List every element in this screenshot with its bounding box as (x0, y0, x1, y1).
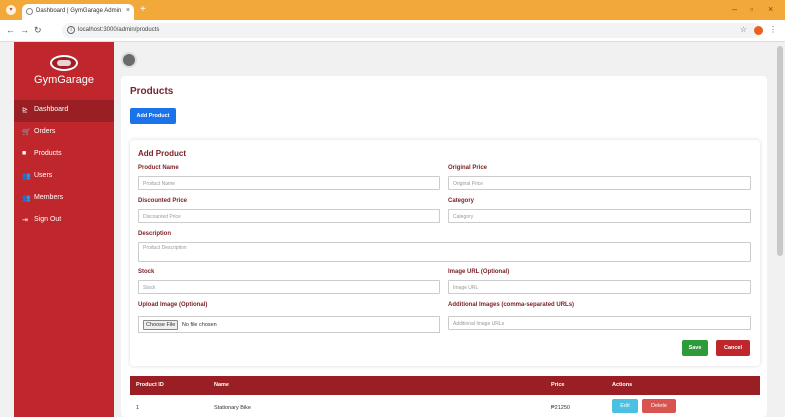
window-menu-icon[interactable]: ▾ (6, 5, 16, 15)
product-name-input[interactable]: Product Name (138, 176, 440, 190)
stock-input[interactable]: Stock (138, 280, 440, 294)
delete-button[interactable]: Delete (642, 399, 676, 413)
image-url-label: Image URL (Optional) (448, 269, 510, 275)
upload-image-label: Upload Image (Optional) (138, 302, 208, 308)
profile-avatar[interactable] (754, 26, 763, 35)
members-icon: 👥 (22, 195, 31, 202)
sidebar-item-label: Products (34, 150, 62, 157)
sidebar-item-label: Orders (34, 128, 56, 135)
file-status: No file chosen (181, 322, 217, 328)
header-name: Name (214, 382, 229, 388)
site-info-icon[interactable]: i (67, 26, 75, 34)
original-price-label: Original Price (448, 165, 488, 171)
stock-label: Stock (138, 269, 155, 275)
sidebar-item-label: Dashboard (34, 106, 69, 113)
forward-icon[interactable]: → (20, 25, 29, 35)
sidebar-item-orders[interactable]: 🛒 Orders (14, 122, 114, 144)
discounted-price-input[interactable]: Discounted Price (138, 209, 440, 223)
sidebar-item-products[interactable]: ■ Products (14, 144, 114, 166)
back-icon[interactable]: ← (6, 25, 15, 35)
header-product-id: Product ID (136, 382, 164, 388)
header-actions: Actions (612, 382, 633, 388)
sidebar-item-signout[interactable]: ⇥ Sign Out (14, 210, 114, 232)
table-row: 1 Stationary Bike ₱21250 Edit Delete (130, 399, 760, 417)
description-textarea[interactable]: Product Description (138, 242, 751, 262)
box-icon: ■ (22, 150, 27, 157)
url-text: localhost:3000/admin/products (78, 27, 160, 33)
save-button[interactable]: Save (682, 340, 708, 356)
add-product-button[interactable]: Add Product (130, 108, 176, 124)
products-card: Products Add Product Add Product Product… (121, 76, 767, 417)
sidebar-item-users[interactable]: 👥 Users (14, 166, 114, 188)
page-title: Products (130, 86, 174, 97)
chart-icon: ⊵ (22, 107, 28, 114)
admin-avatar[interactable] (121, 52, 137, 68)
additional-images-input[interactable]: Additional Image URLs (448, 316, 751, 330)
brand-name: GymGarage (34, 74, 94, 86)
image-url-input[interactable]: Image URL (448, 280, 751, 294)
description-label: Description (138, 231, 172, 237)
category-label: Category (448, 198, 475, 204)
cell-price: ₱21250 (551, 405, 570, 411)
sidebar-item-label: Sign Out (34, 216, 62, 223)
product-name-label: Product Name (138, 165, 179, 171)
cell-product-id: 1 (136, 405, 140, 411)
maximize-icon[interactable]: ▫ (750, 4, 753, 14)
browser-tab[interactable]: Dashboard | GymGarage Admin × (22, 4, 134, 20)
browser-tab-bar: ▾ Dashboard | GymGarage Admin × + – ▫ × (0, 0, 785, 20)
sidebar: GymGarage ⊵ Dashboard 🛒 Orders ■ Product… (14, 42, 114, 417)
discounted-price-label: Discounted Price (138, 198, 188, 204)
header-price: Price (551, 382, 565, 388)
close-window-icon[interactable]: × (768, 4, 773, 14)
sidebar-nav: ⊵ Dashboard 🛒 Orders ■ Products 👥 Users … (14, 100, 114, 232)
original-price-input[interactable]: Original Price (448, 176, 751, 190)
favicon-icon (26, 8, 33, 15)
scrollbar-thumb[interactable] (777, 46, 783, 256)
cancel-button[interactable]: Cancel (716, 340, 750, 356)
bookmark-star-icon[interactable]: ☆ (740, 25, 747, 34)
products-table-header: Product ID Name Price Actions (130, 376, 760, 395)
sidebar-item-label: Users (34, 172, 53, 179)
sidebar-item-members[interactable]: 👥 Members (14, 188, 114, 210)
url-field[interactable]: i localhost:3000/admin/products (62, 23, 762, 38)
sidebar-item-dashboard[interactable]: ⊵ Dashboard (14, 100, 114, 122)
reload-icon[interactable]: ↻ (34, 25, 42, 36)
sidebar-item-label: Members (34, 194, 64, 201)
users-icon: 👥 (22, 173, 31, 180)
gymgarage-logo (50, 55, 78, 71)
cell-name: Stationary Bike (214, 405, 251, 411)
upload-image-field: Choose File No file chosen (138, 316, 440, 333)
browser-menu-icon[interactable]: ⋮ (769, 25, 777, 34)
form-title: Add Product (138, 149, 186, 158)
edit-button[interactable]: Edit (612, 399, 638, 413)
tab-close-icon[interactable]: × (126, 7, 130, 14)
tab-title: Dashboard | GymGarage Admin (36, 8, 122, 14)
minimize-icon[interactable]: – (732, 4, 737, 14)
choose-file-button[interactable]: Choose File (143, 320, 179, 330)
add-product-form: Add Product Product Name Product Name Or… (130, 140, 760, 366)
additional-images-label: Additional Images (comma-separated URLs) (448, 302, 575, 308)
signout-icon: ⇥ (22, 217, 28, 224)
address-bar-row: ← → ↻ i localhost:3000/admin/products ☆ … (0, 20, 785, 42)
cart-icon: 🛒 (22, 129, 31, 136)
new-tab-icon[interactable]: + (140, 4, 146, 15)
category-input[interactable]: Category (448, 209, 751, 223)
